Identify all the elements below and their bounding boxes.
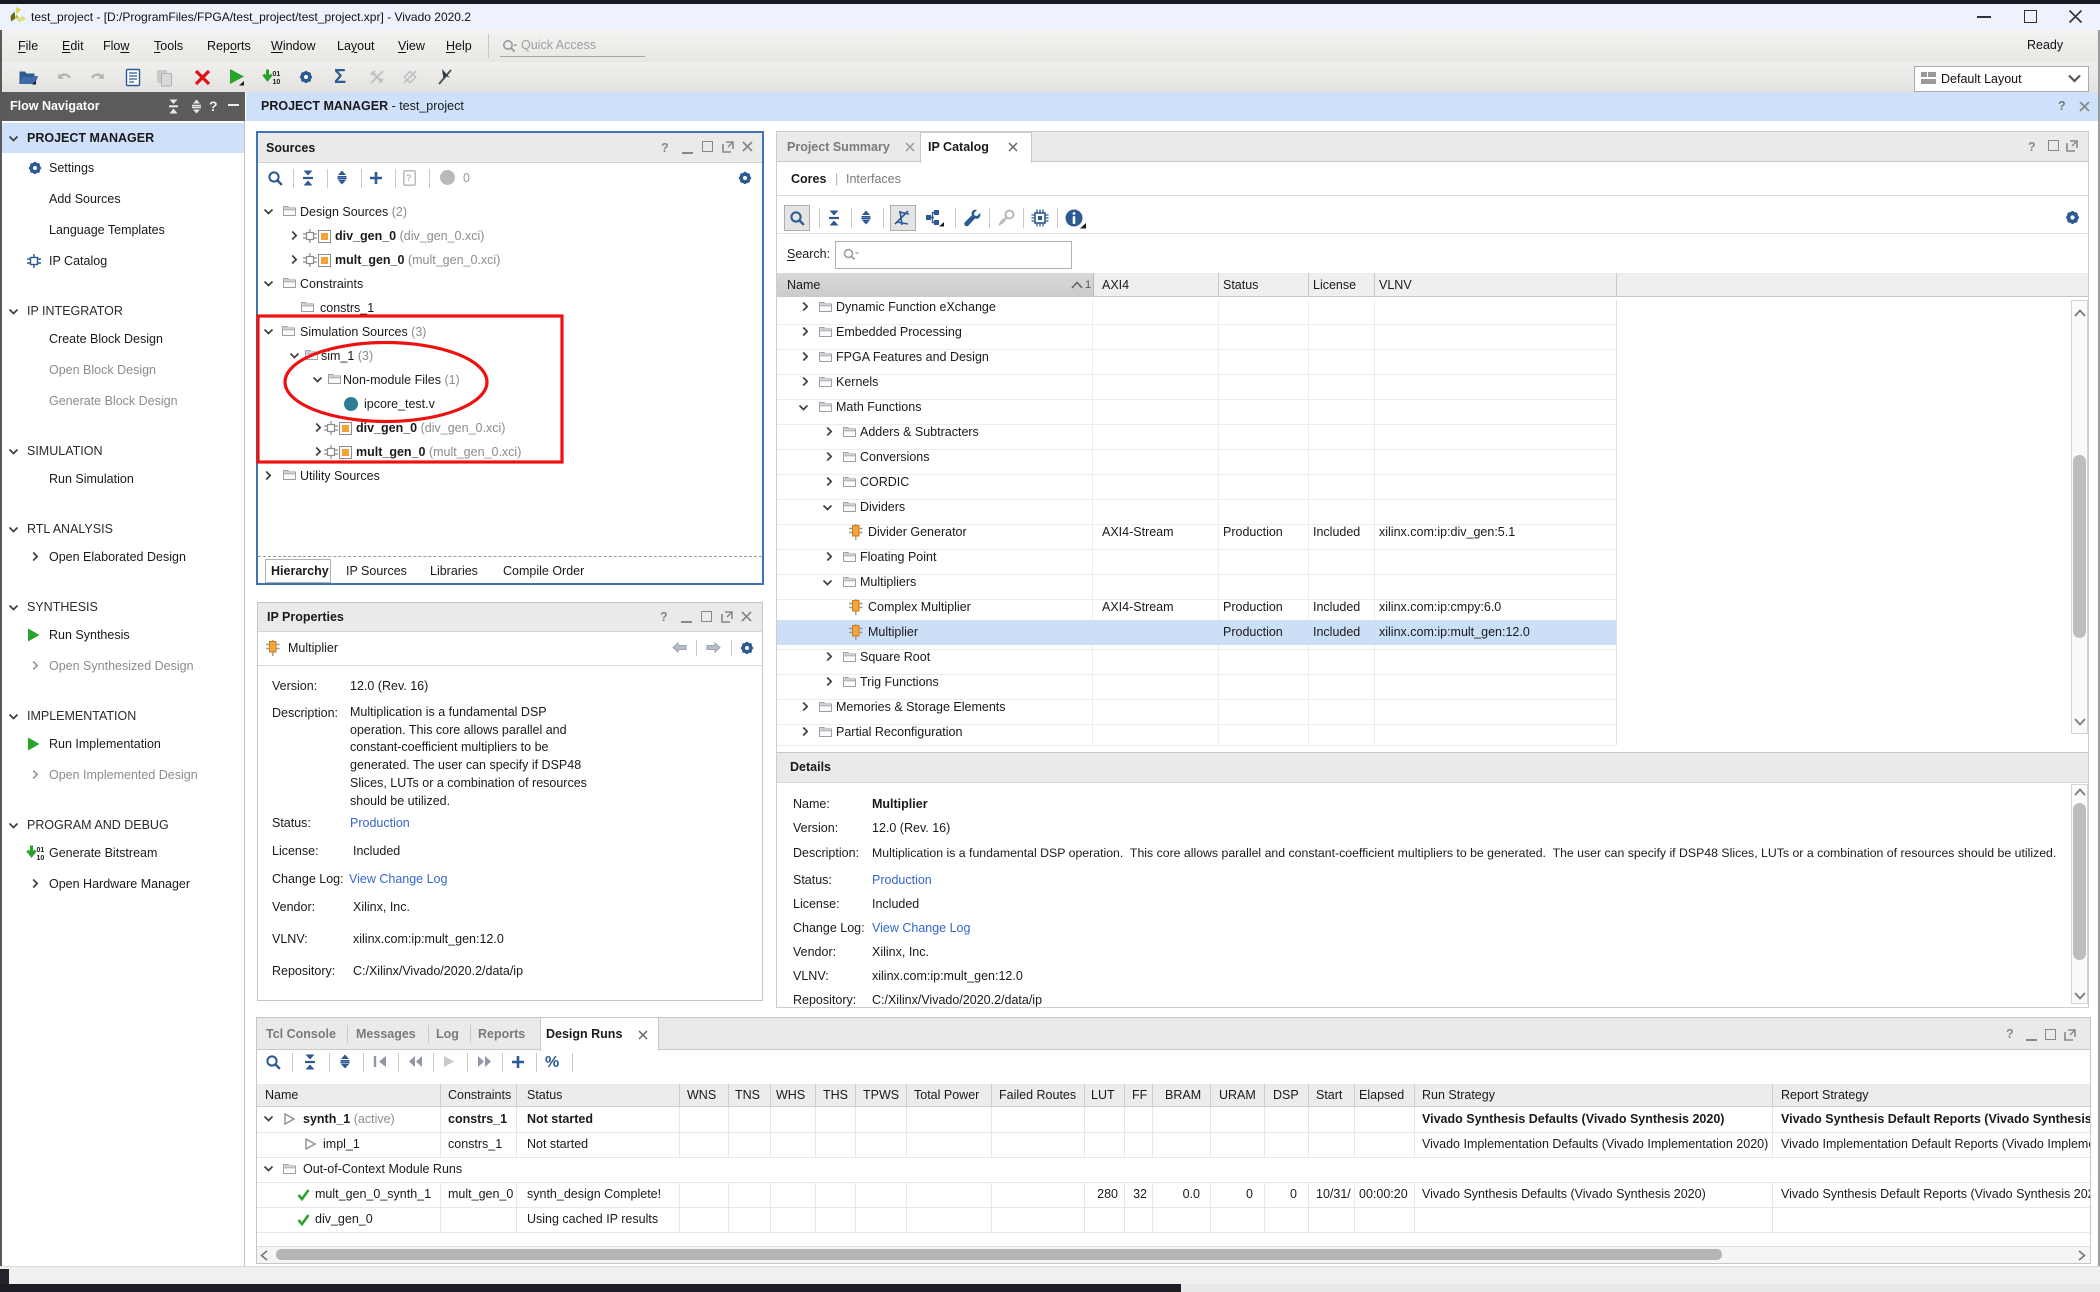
- svg-text:01: 01: [273, 71, 281, 78]
- svg-text:10: 10: [273, 79, 281, 86]
- svg-text:?: ?: [406, 173, 411, 183]
- svg-text:01: 01: [37, 847, 45, 854]
- svg-text:10: 10: [37, 855, 45, 862]
